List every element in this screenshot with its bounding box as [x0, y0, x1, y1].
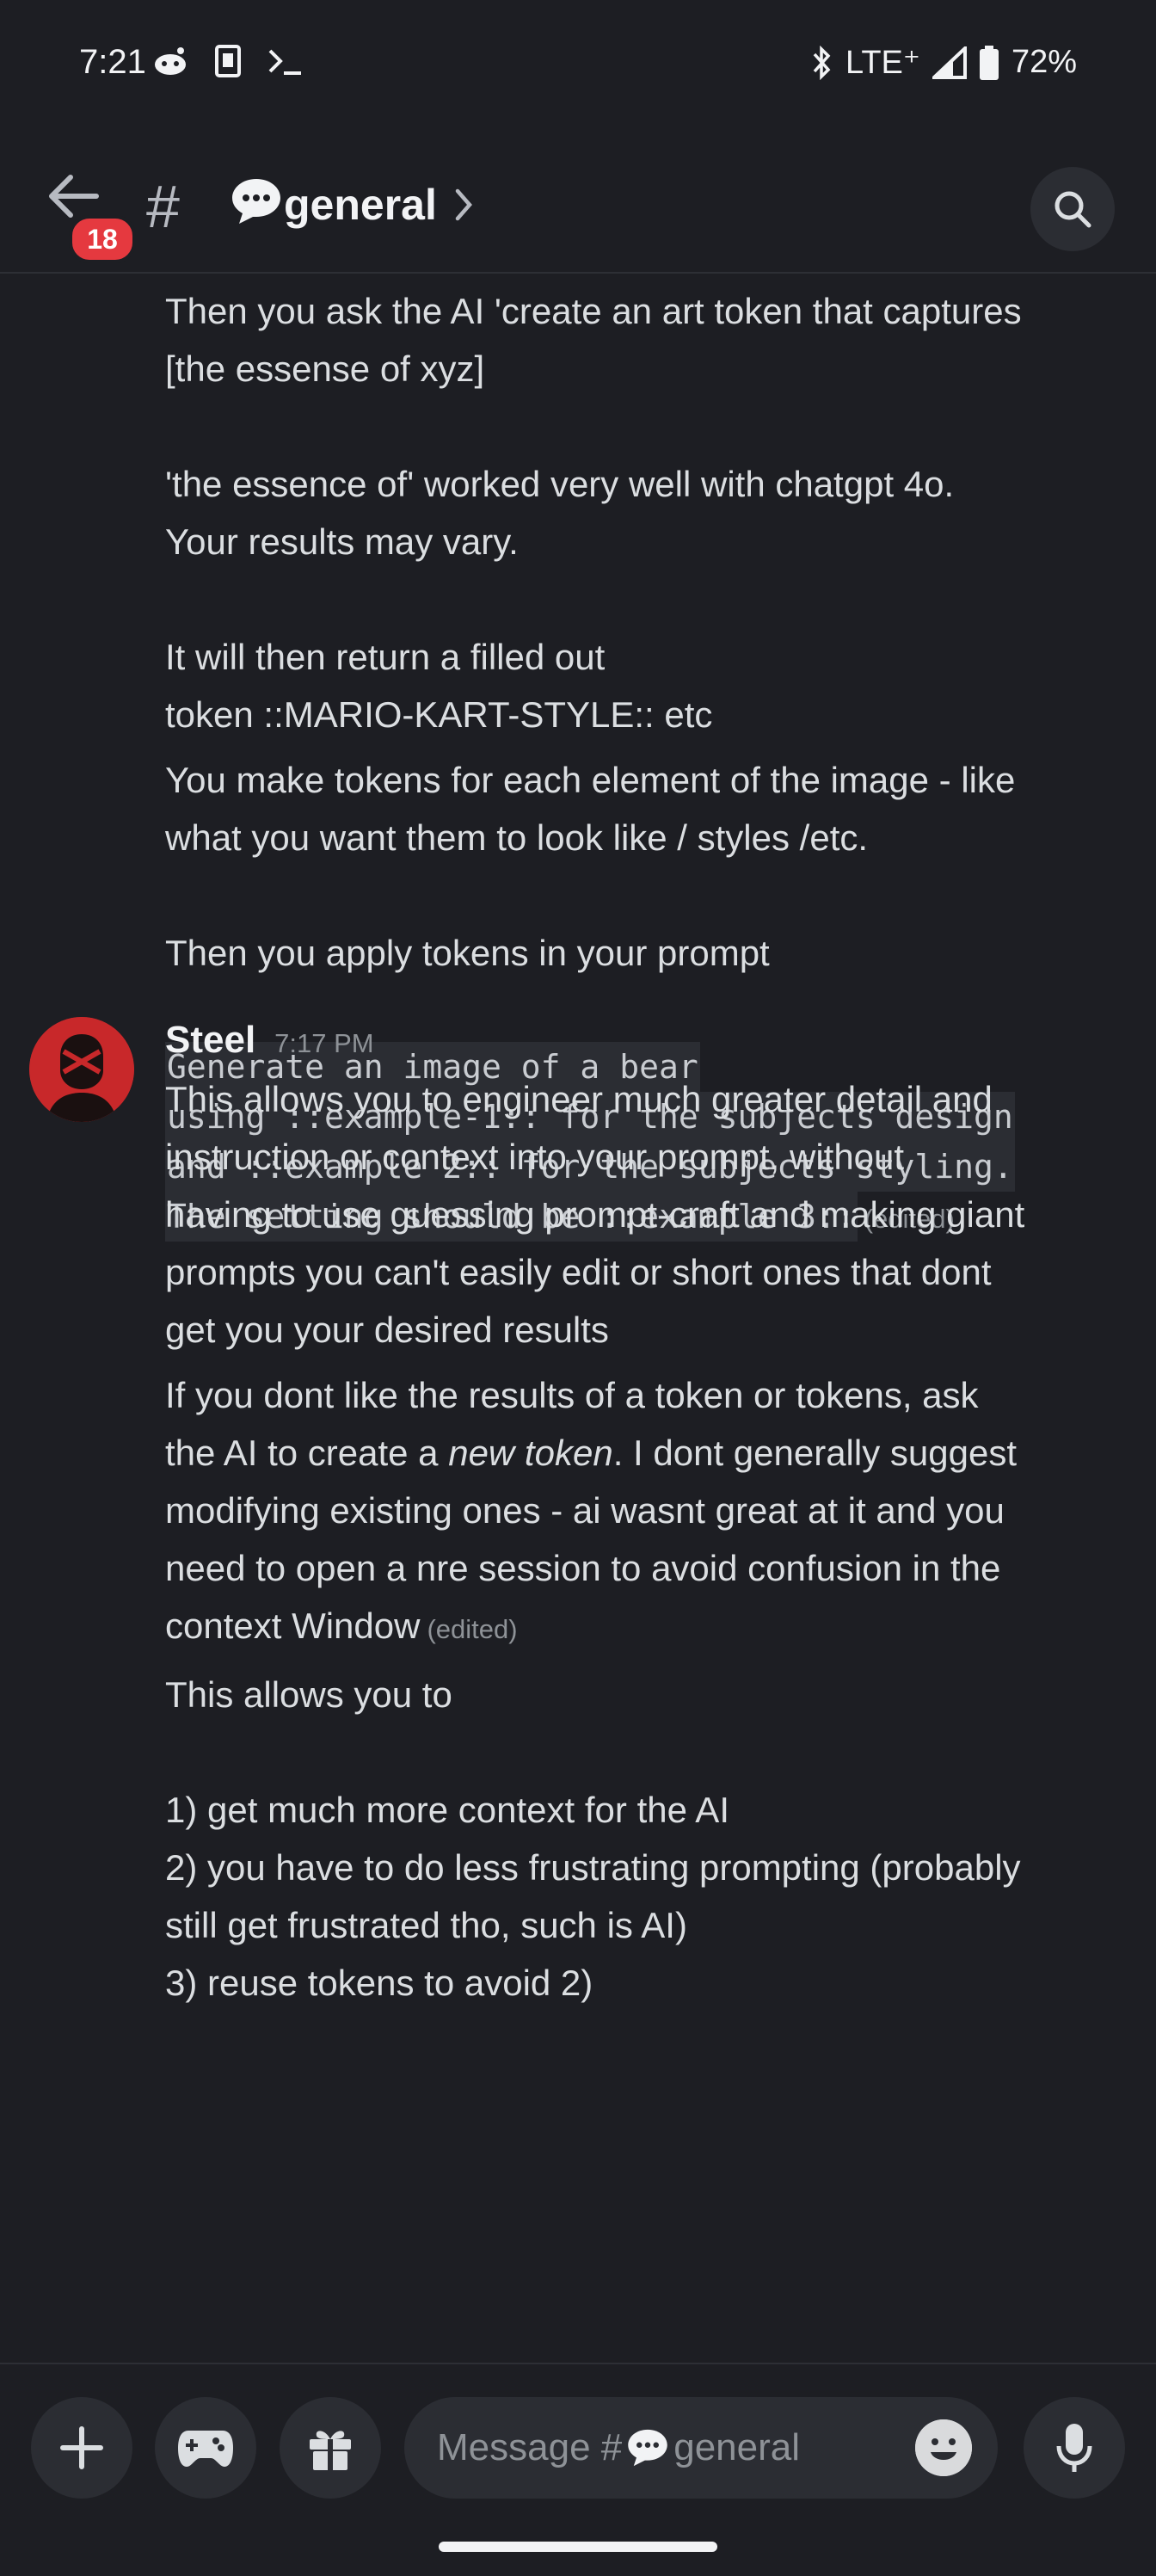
voice-message-button[interactable]	[1024, 2397, 1125, 2499]
message-line: prompts you can't easily edit or short o…	[165, 1252, 992, 1292]
bluetooth-icon	[813, 45, 831, 80]
channel-header: 18 # general	[0, 146, 1156, 274]
battery-percent: 72%	[1011, 44, 1077, 80]
back-arrow-icon	[49, 175, 99, 218]
emoji-icon	[915, 2419, 972, 2476]
plus-icon	[60, 2426, 103, 2469]
speech-bubble-icon	[628, 2429, 667, 2467]
search-icon	[1055, 191, 1091, 228]
message-line: still get frustrated tho, such is AI)	[165, 1905, 687, 1945]
message-line: [the essense of xyz]	[165, 348, 485, 389]
message-line: 3) reuse tokens to avoid 2)	[165, 1963, 593, 2003]
message-composer: Message # general	[0, 2363, 1156, 2576]
reddit-icon	[155, 47, 186, 75]
hash-icon: #	[146, 173, 180, 240]
message-line: 1) get much more context for the AI	[165, 1790, 729, 1830]
message-line: Your results may vary.	[165, 521, 519, 562]
message-input[interactable]: Message # general	[404, 2397, 998, 2499]
message-line: what you want them to look like / styles…	[165, 817, 869, 858]
terminal-icon	[268, 49, 301, 75]
message-line: get you your desired results	[165, 1310, 609, 1350]
edited-label: (edited)	[427, 1614, 518, 1644]
avatar[interactable]	[29, 1017, 134, 1122]
message-line: Then you ask the AI 'create an art token…	[165, 291, 1022, 331]
activities-button[interactable]	[155, 2397, 256, 2499]
message-line: modifying existing ones - ai wasnt great…	[165, 1490, 1005, 1531]
search-button[interactable]	[1030, 167, 1115, 251]
message-line: the AI to create a new token. I dont gen…	[165, 1433, 1017, 1473]
message-line: 'the essence of' worked very well with c…	[165, 464, 955, 504]
unread-badge: 18	[69, 215, 136, 263]
author-name[interactable]: Steel	[165, 1019, 255, 1062]
message-line: This allows you to	[165, 1674, 452, 1715]
channel-name[interactable]: general	[284, 170, 437, 239]
message-continued: Then you ask the AI 'create an art token…	[165, 282, 1128, 982]
message-line: This allows you to engineer much greater…	[165, 1079, 993, 1119]
message-line: Then you apply tokens in your prompt	[165, 933, 770, 973]
status-bar: 7:21 LTE⁺ 72%	[0, 0, 1156, 129]
emphasis-text: new token	[448, 1433, 613, 1473]
sim-card-icon	[215, 45, 241, 77]
status-system-icons: LTE⁺ 72%	[811, 43, 1077, 82]
gift-button[interactable]	[280, 2397, 381, 2499]
message-line: token ::MARIO-KART-STYLE:: etc	[165, 694, 713, 735]
message-list[interactable]: Then you ask the AI 'create an art token…	[0, 274, 1156, 2361]
message-placeholder: Message # general	[437, 2426, 801, 2468]
message-line: instruction or context into your prompt,…	[165, 1137, 905, 1177]
message-body: This allows you to engineer much greater…	[165, 1070, 1128, 2012]
gamepad-icon	[178, 2431, 233, 2467]
message-line: It will then return a filled out	[165, 637, 606, 677]
avatar-image	[29, 1017, 134, 1122]
message-timestamp: 7:17 PM	[274, 1028, 374, 1058]
status-notification-icons	[151, 45, 304, 77]
gift-icon	[310, 2431, 351, 2470]
message-line: need to open a nre session to avoid conf…	[165, 1548, 1001, 1588]
speech-bubble-icon	[232, 179, 280, 224]
home-indicator[interactable]	[439, 2542, 717, 2552]
message-line: context Window (edited)	[165, 1605, 518, 1646]
message-line: having to use guessing prompt-craft and …	[165, 1194, 1025, 1235]
emoji-button[interactable]	[915, 2419, 972, 2476]
add-attachment-button[interactable]	[31, 2397, 132, 2499]
message-header: Steel 7:17 PM	[165, 1019, 374, 1062]
status-time: 7:21	[79, 43, 146, 81]
network-label: LTE⁺	[845, 45, 920, 81]
message-line: If you dont like the results of a token …	[165, 1375, 979, 1415]
microphone-icon	[1056, 2424, 1092, 2472]
signal-icon	[932, 46, 967, 79]
message-line: You make tokens for each element of the …	[165, 760, 1016, 800]
chevron-right-icon[interactable]	[451, 184, 477, 225]
battery-icon	[979, 45, 999, 80]
message-line: 2) you have to do less frustrating promp…	[165, 1847, 1021, 1888]
